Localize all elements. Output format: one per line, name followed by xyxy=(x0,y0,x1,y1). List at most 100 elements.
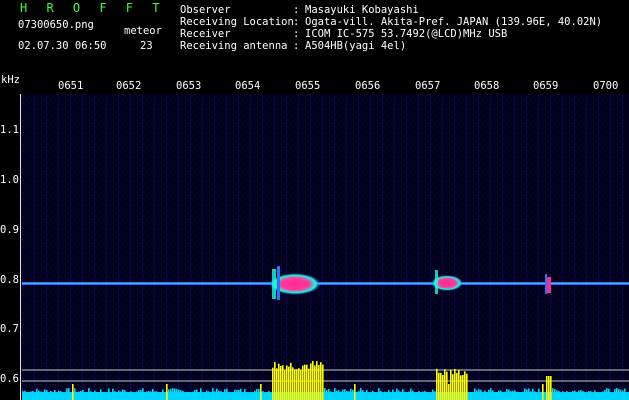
level-bar xyxy=(324,388,326,400)
time-gridline xyxy=(130,94,131,394)
level-bar xyxy=(376,393,378,400)
time-gridline xyxy=(622,94,623,394)
level-bar xyxy=(266,392,268,400)
app-title: H R O F F T xyxy=(20,1,166,15)
level-bar xyxy=(114,391,116,400)
level-bar xyxy=(322,364,324,400)
level-bar xyxy=(298,368,300,400)
level-bar xyxy=(294,369,296,400)
level-bar xyxy=(516,391,518,400)
level-bar xyxy=(244,389,246,400)
level-bar xyxy=(228,392,230,400)
level-bar xyxy=(214,391,216,400)
level-bar xyxy=(442,374,444,400)
level-bar xyxy=(520,393,522,400)
y-axis-line xyxy=(20,94,21,400)
level-bar xyxy=(328,389,330,400)
level-bar xyxy=(396,388,398,400)
level-bar xyxy=(578,390,580,400)
level-bar xyxy=(84,392,86,400)
level-bar xyxy=(124,390,126,400)
level-bar xyxy=(320,362,322,400)
x-tick-0656: 0656 xyxy=(355,80,381,92)
time-gridline xyxy=(262,94,263,394)
file-name: 07300650.png xyxy=(18,19,94,31)
level-bar xyxy=(128,392,130,400)
location-label: Receiving Location xyxy=(180,16,294,28)
level-bar xyxy=(164,393,166,400)
level-bar xyxy=(78,391,80,400)
level-bar xyxy=(538,388,540,400)
time-gridline xyxy=(610,94,611,394)
level-bar xyxy=(176,388,178,400)
level-bar xyxy=(458,369,460,400)
level-bar xyxy=(354,384,356,400)
level-bar xyxy=(542,384,544,400)
level-bar xyxy=(22,391,24,400)
level-bar xyxy=(560,393,562,400)
level-bar xyxy=(72,384,74,400)
time-gridline xyxy=(94,94,95,394)
time-gridline xyxy=(406,94,407,394)
x-tick-0659: 0659 xyxy=(533,80,559,92)
level-bar xyxy=(574,390,576,400)
y-unit-label: kHz xyxy=(1,74,20,86)
time-gridline xyxy=(370,94,371,394)
level-bar xyxy=(492,390,494,400)
level-bar xyxy=(416,393,418,400)
level-bar xyxy=(30,391,32,400)
level-bar xyxy=(470,392,472,400)
level-bar xyxy=(626,393,628,400)
time-gridline xyxy=(562,94,563,394)
level-bar xyxy=(150,391,152,400)
level-bar xyxy=(230,393,232,400)
level-bar xyxy=(118,390,120,400)
level-bar xyxy=(610,392,612,400)
x-tick-0651: 0651 xyxy=(58,80,84,92)
level-bar xyxy=(282,365,284,400)
level-bar xyxy=(160,392,162,400)
level-bar xyxy=(88,388,90,400)
x-tick-0652: 0652 xyxy=(116,80,142,92)
level-bar xyxy=(486,393,488,400)
time-gridline xyxy=(70,94,71,394)
level-bar xyxy=(304,364,306,400)
level-bar xyxy=(224,389,226,400)
level-bar xyxy=(406,391,408,400)
level-bar xyxy=(98,393,100,400)
level-bar xyxy=(172,388,174,400)
time-gridline xyxy=(466,94,467,394)
y-tick-1-0: 1.0 xyxy=(0,174,19,186)
level-bar xyxy=(170,388,172,400)
time-gridline xyxy=(118,94,119,394)
location-value: Ogata-vill. Akita-Pref. JAPAN (139.96E, … xyxy=(305,16,603,28)
level-bar xyxy=(410,388,412,400)
level-bar xyxy=(364,393,366,400)
x-tick-0653: 0653 xyxy=(176,80,202,92)
y-tick-1-1: 1.1 xyxy=(0,124,19,136)
time-gridline xyxy=(46,94,47,394)
level-bar xyxy=(196,389,198,400)
level-bar xyxy=(336,390,338,400)
level-bar xyxy=(106,393,108,400)
level-bar xyxy=(234,389,236,400)
level-bar xyxy=(256,389,258,400)
level-bar xyxy=(34,393,36,400)
level-bar xyxy=(366,389,368,400)
level-bar xyxy=(568,392,570,400)
level-bar xyxy=(182,390,184,400)
level-bar xyxy=(350,388,352,400)
level-bar xyxy=(326,390,328,400)
level-bar xyxy=(284,369,286,400)
level-bar xyxy=(464,371,466,400)
level-bar xyxy=(120,391,122,400)
level-bar xyxy=(434,391,436,400)
time-gridline xyxy=(214,94,215,394)
level-bar xyxy=(236,389,238,400)
x-tick-0658: 0658 xyxy=(474,80,500,92)
spectrogram xyxy=(22,94,629,400)
level-bar xyxy=(352,389,354,400)
level-bar xyxy=(380,390,382,400)
level-bar xyxy=(536,393,538,400)
level-bar xyxy=(162,389,164,400)
